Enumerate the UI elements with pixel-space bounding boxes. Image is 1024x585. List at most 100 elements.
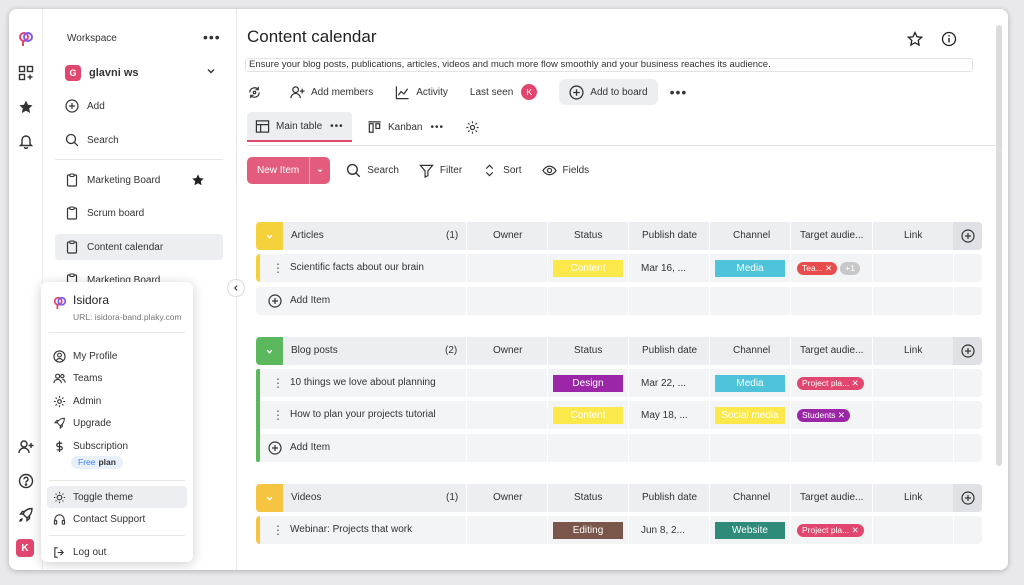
fields-button[interactable]: Fields — [541, 163, 589, 178]
vertical-scrollbar[interactable] — [996, 25, 1002, 466]
channel-cell[interactable]: Website — [715, 516, 785, 544]
col-link[interactable]: Link — [904, 484, 922, 512]
audience-tag[interactable]: Tea... ✕ — [797, 261, 838, 275]
date-cell[interactable]: Mar 16, ... — [641, 254, 686, 282]
new-item-button[interactable]: New Item — [247, 157, 331, 184]
sidebar-collapse-button[interactable] — [227, 279, 245, 297]
workspace-selector[interactable]: G glavni ws — [65, 63, 225, 83]
table-row[interactable]: ⋮ Webinar: Projects that work Editing Ju… — [256, 516, 982, 544]
sidebar-add-button[interactable]: Add — [55, 93, 223, 119]
tab-kanban[interactable]: Kanban ••• — [359, 112, 452, 142]
filter-button[interactable]: Filter — [419, 163, 462, 178]
col-status[interactable]: Status — [574, 484, 602, 512]
target-cell[interactable]: Project pla... ✕ — [797, 516, 867, 544]
user-avatar[interactable]: K — [16, 539, 34, 557]
row-menu-icon[interactable]: ⋮ — [272, 262, 284, 274]
tab-more-icon[interactable]: ••• — [430, 122, 444, 133]
group-name[interactable]: Blog posts — [291, 337, 338, 365]
col-status[interactable]: Status — [574, 222, 602, 250]
tab-main-table[interactable]: Main table ••• — [247, 112, 352, 142]
audience-tag[interactable]: Students ✕ — [797, 408, 851, 422]
col-target-audience[interactable]: Target audie... — [800, 337, 863, 365]
add-column-button[interactable] — [953, 222, 982, 250]
notifications-bell-icon[interactable] — [16, 131, 36, 151]
menu-item-toggle-theme[interactable]: Toggle theme — [47, 486, 187, 508]
tab-more-icon[interactable]: ••• — [330, 121, 344, 132]
col-link[interactable]: Link — [904, 337, 922, 365]
audience-more-tag[interactable]: +1 — [840, 261, 860, 275]
workspace-more-button[interactable]: ••• — [203, 29, 221, 45]
target-cell[interactable]: Students ✕ — [797, 401, 853, 429]
board-description-input[interactable]: Ensure your blog posts, publications, ar… — [245, 58, 973, 72]
status-cell[interactable]: Editing — [553, 516, 623, 544]
row-menu-icon[interactable]: ⋮ — [272, 524, 284, 536]
menu-item-teams[interactable]: Teams — [47, 367, 187, 389]
row-menu-icon[interactable]: ⋮ — [272, 377, 284, 389]
date-cell[interactable]: Mar 22, ... — [641, 369, 686, 397]
last-seen-button[interactable]: Last seen K — [470, 79, 538, 105]
status-cell[interactable]: Design — [553, 369, 623, 397]
target-cell[interactable]: Project pla... ✕ — [797, 369, 867, 397]
sidebar-board-marketing[interactable]: Marketing Board — [55, 167, 223, 193]
menu-item-contact-support[interactable]: Contact Support — [47, 508, 187, 530]
menu-item-admin[interactable]: Admin — [47, 390, 187, 412]
add-column-button[interactable] — [953, 484, 982, 512]
favorite-star-icon[interactable] — [907, 31, 923, 47]
activity-button[interactable]: Activity — [395, 79, 448, 105]
add-item-row[interactable]: Add Item — [256, 434, 982, 462]
col-owner[interactable]: Owner — [493, 222, 522, 250]
star-icon[interactable] — [191, 173, 205, 187]
col-target-audience[interactable]: Target audie... — [800, 484, 863, 512]
menu-item-upgrade[interactable]: Upgrade — [47, 412, 187, 434]
sidebar-search-button[interactable]: Search — [55, 127, 223, 153]
col-publish-date[interactable]: Publish date — [642, 337, 697, 365]
col-channel[interactable]: Channel — [733, 337, 770, 365]
group-toggle-button[interactable] — [256, 222, 283, 250]
plaky-logo-icon[interactable] — [16, 29, 36, 49]
col-link[interactable]: Link — [904, 222, 922, 250]
caret-down-icon[interactable] — [310, 157, 330, 184]
group-toggle-button[interactable] — [256, 484, 283, 512]
col-channel[interactable]: Channel — [733, 484, 770, 512]
sidebar-board-scrum[interactable]: Scrum board — [55, 200, 223, 226]
audience-tag[interactable]: Project pla... ✕ — [797, 376, 864, 390]
group-name[interactable]: Videos — [291, 484, 321, 512]
item-name[interactable]: Webinar: Projects that work — [290, 516, 412, 544]
add-column-button[interactable] — [953, 337, 982, 365]
apps-grid-icon[interactable] — [16, 63, 36, 83]
menu-item-subscription[interactable]: Subscription — [47, 435, 187, 457]
sync-button[interactable] — [247, 79, 268, 105]
add-members-button[interactable]: Add members — [290, 79, 373, 105]
status-cell[interactable]: Content — [553, 401, 623, 429]
col-target-audience[interactable]: Target audie... — [800, 222, 863, 250]
add-to-board-button[interactable]: Add to board — [559, 79, 658, 105]
info-icon[interactable] — [941, 31, 957, 47]
sort-button[interactable]: Sort — [482, 163, 522, 178]
date-cell[interactable]: May 18, ... — [641, 401, 688, 429]
item-name[interactable]: Scientific facts about our brain — [290, 254, 424, 282]
group-name[interactable]: Articles — [291, 222, 324, 250]
status-cell[interactable]: Content — [553, 254, 623, 282]
col-publish-date[interactable]: Publish date — [642, 484, 697, 512]
table-row[interactable]: ⋮ 10 things we love about planning Desig… — [256, 369, 982, 397]
col-owner[interactable]: Owner — [493, 337, 522, 365]
toolbar-more-button[interactable]: ••• — [670, 79, 688, 105]
add-item-row[interactable]: Add Item — [256, 287, 982, 315]
table-row[interactable]: ⋮ How to plan your projects tutorial Con… — [256, 401, 982, 429]
date-cell[interactable]: Jun 8, 2... — [641, 516, 685, 544]
col-channel[interactable]: Channel — [733, 222, 770, 250]
col-publish-date[interactable]: Publish date — [642, 222, 697, 250]
channel-cell[interactable]: Media — [715, 254, 785, 282]
row-menu-icon[interactable]: ⋮ — [272, 409, 284, 421]
target-cell[interactable]: Tea... ✕ +1 — [797, 254, 863, 282]
sidebar-board-content-calendar[interactable]: Content calendar — [55, 234, 223, 260]
item-name[interactable]: 10 things we love about planning — [290, 369, 436, 397]
col-owner[interactable]: Owner — [493, 484, 522, 512]
favorites-star-icon[interactable] — [16, 97, 36, 117]
col-status[interactable]: Status — [574, 337, 602, 365]
channel-cell[interactable]: Social media — [715, 401, 785, 429]
search-button[interactable]: Search — [346, 163, 399, 178]
table-row[interactable]: ⋮ Scientific facts about our brain Conte… — [256, 254, 982, 282]
group-toggle-button[interactable] — [256, 337, 283, 365]
item-name[interactable]: How to plan your projects tutorial — [290, 401, 436, 429]
